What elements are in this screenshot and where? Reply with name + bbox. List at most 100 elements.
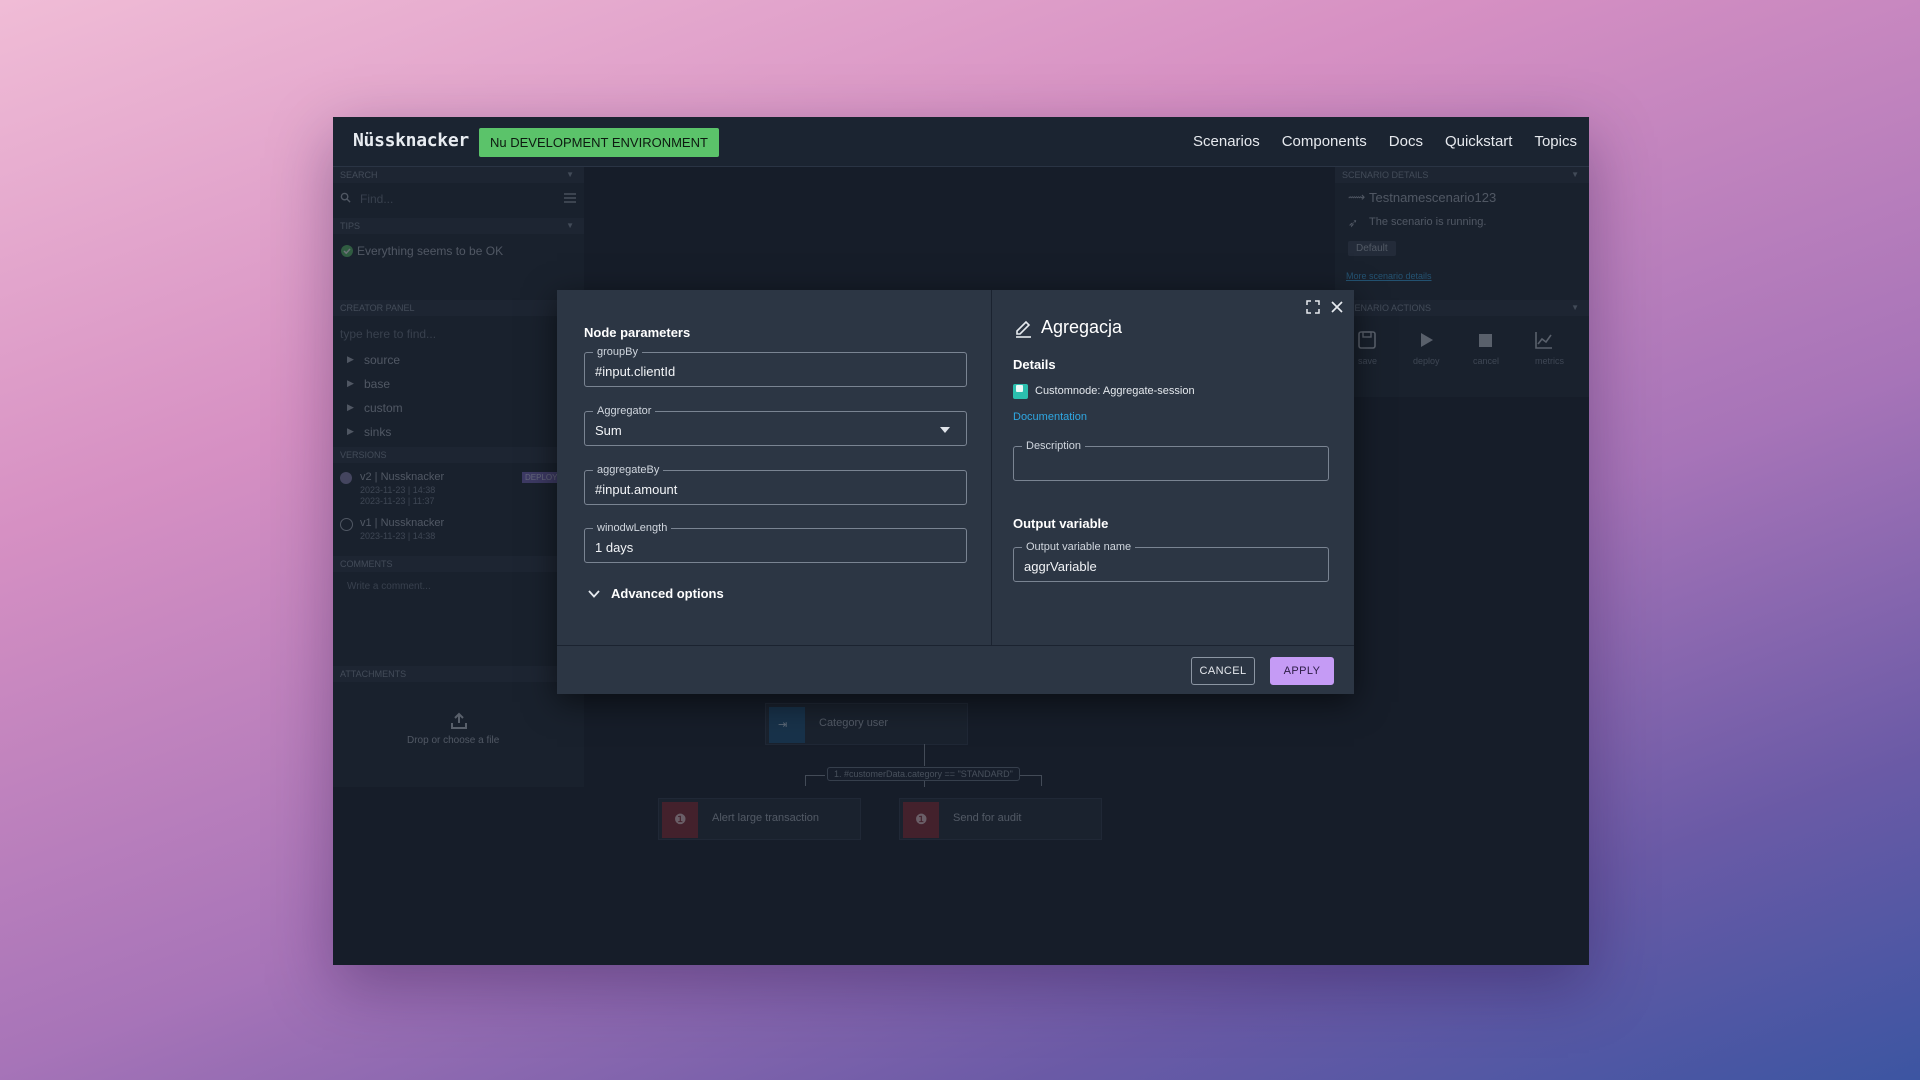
chevron-down-icon: ▼ [566,170,574,179]
version-created: 2023-11-23 | 14:38 [360,485,436,495]
graph-edge [805,775,825,776]
node-label: Alert large transaction [712,812,819,824]
advanced-options-label: Advanced options [611,586,724,601]
left-panel: SEARCH ▼ Find... TIPS ▼ Everything seems t… [333,167,584,787]
edge-label: 1. #customerData.category == "STANDARD" [827,767,1020,781]
component-type: Customnode: Aggregate-session [1035,385,1195,397]
groupby-value[interactable]: #input.clientId [595,364,675,379]
right-panel: SCENARIO DETAILS ▼ ⟿ Testnamescenario123 … [1335,167,1589,397]
drop-file-text[interactable]: Drop or choose a file [407,735,499,746]
category-badge: Default [1348,241,1396,256]
versions-panel-header[interactable]: VERSIONS [333,447,584,463]
tips-panel-header[interactable]: TIPS ▼ [333,218,584,234]
node-label: Send for audit [953,812,1022,824]
nav-quickstart[interactable]: Quickstart [1445,133,1513,150]
output-variable-field[interactable]: Output variable name aggrVariable [1013,540,1329,582]
cancel-action-label: cancel [1473,356,1500,366]
version-title[interactable]: v2 | Nussknacker [360,471,444,483]
apply-button[interactable]: APPLY [1270,657,1334,685]
creator-group-source[interactable]: source [364,353,400,367]
version-modified: 2023-11-23 | 11:37 [360,496,435,506]
documentation-link[interactable]: Documentation [1013,411,1087,423]
scenario-details-header[interactable]: SCENARIO DETAILS ▼ [1335,167,1589,183]
more-details-link[interactable]: More scenario details [1346,271,1432,281]
output-variable-value[interactable]: aggrVariable [1024,559,1097,574]
attachments-panel-header[interactable]: ATTACHMENTS [333,666,584,682]
window-length-label: winodwLength [593,521,672,535]
scenario-icon: ⟿ [1348,190,1366,204]
metrics-icon[interactable] [1534,330,1554,350]
advanced-options-toggle[interactable]: Advanced options [584,585,784,605]
filter-icon[interactable] [564,193,576,203]
node-label: Category user [819,717,889,729]
version-title[interactable]: v1 | Nussknacker [360,517,444,529]
nav-docs[interactable]: Docs [1389,133,1423,150]
node-title: Agregacja [1041,317,1123,337]
rocket-icon: ➶ [1348,216,1359,230]
chevron-down-icon: ▼ [1571,170,1579,179]
comment-input[interactable]: Write a comment... [347,581,431,592]
dropdown-caret-icon[interactable] [940,427,950,433]
chevron-right-icon: ▶ [347,378,354,388]
creator-group-custom[interactable]: custom [364,401,403,415]
version-created: 2023-11-23 | 14:38 [360,531,436,541]
version-current-dot [340,472,352,484]
upload-icon[interactable] [450,712,468,730]
tips-message: Everything seems to be OK [357,244,504,258]
version-dot [340,518,353,531]
play-icon[interactable] [1416,330,1436,350]
fullscreen-icon[interactable] [1306,300,1320,314]
aggregator-value[interactable]: Sum [595,423,622,438]
node-edit-dialog: Node parameters groupBy #input.clientId … [557,290,1354,694]
groupby-field[interactable]: groupBy #input.clientId [584,345,967,387]
metrics-action-label: metrics [1535,356,1564,366]
scenario-status: The scenario is running. [1369,216,1487,228]
scenario-name: Testnamescenario123 [1369,190,1497,205]
edit-pencil-icon [1016,320,1031,338]
app-logo[interactable]: Nüssknacker [353,130,469,151]
search-panel-header[interactable]: SEARCH ▼ [333,167,584,183]
graph-edge [805,775,806,786]
description-label: Description [1022,439,1086,453]
component-icon [1013,384,1028,399]
chevron-right-icon: ▶ [347,354,354,364]
aggregateby-label: aggregateBy [593,463,664,477]
aggregator-label: Aggregator [593,404,656,418]
window-length-value[interactable]: 1 days [595,540,633,555]
stop-icon[interactable] [1475,330,1495,350]
comments-panel-header[interactable]: COMMENTS [333,556,584,572]
creator-search-input[interactable]: type here to find... [340,327,436,341]
graph-edge [924,744,925,766]
aggregateby-value[interactable]: #input.amount [595,482,677,497]
creator-group-sinks[interactable]: sinks [364,425,391,439]
aggregator-select[interactable]: Aggregator Sum [584,404,967,446]
scenario-actions-header[interactable]: SCENARIO ACTIONS ▼ [1335,300,1589,316]
details-title: Details [1013,357,1056,372]
creator-panel-header[interactable]: CREATOR PANEL [333,300,584,316]
versions-panel-title: VERSIONS [340,450,387,460]
node-send-for-audit[interactable]: ❶ Send for audit [899,798,1102,840]
close-icon[interactable] [1330,300,1344,314]
nav-scenarios[interactable]: Scenarios [1193,133,1260,150]
sink-node-icon: ❶ [903,802,939,838]
search-input[interactable]: Find... [360,192,393,206]
nav-topics[interactable]: Topics [1534,133,1577,150]
chevron-right-icon: ▶ [347,426,354,436]
node-category-user[interactable]: ⇥ Category user [765,703,968,745]
creator-group-base[interactable]: base [364,377,390,391]
window-length-field[interactable]: winodwLength 1 days [584,521,967,563]
comments-panel-title: COMMENTS [340,559,393,569]
save-icon[interactable] [1357,330,1377,350]
nav-components[interactable]: Components [1282,133,1367,150]
node-alert-large-transaction[interactable]: ❶ Alert large transaction [658,798,861,840]
chevron-right-icon: ▶ [347,402,354,412]
chevron-down-icon: ▼ [1571,303,1579,312]
description-field[interactable]: Description [1013,439,1329,481]
chevron-down-icon: ▼ [566,221,574,230]
graph-edge [1041,775,1042,786]
node-parameters-title: Node parameters [584,325,691,340]
creator-panel-title: CREATOR PANEL [340,303,415,313]
cancel-button[interactable]: CANCEL [1191,657,1255,685]
dialog-footer: CANCEL APPLY [557,645,1354,695]
aggregateby-field[interactable]: aggregateBy #input.amount [584,463,967,505]
